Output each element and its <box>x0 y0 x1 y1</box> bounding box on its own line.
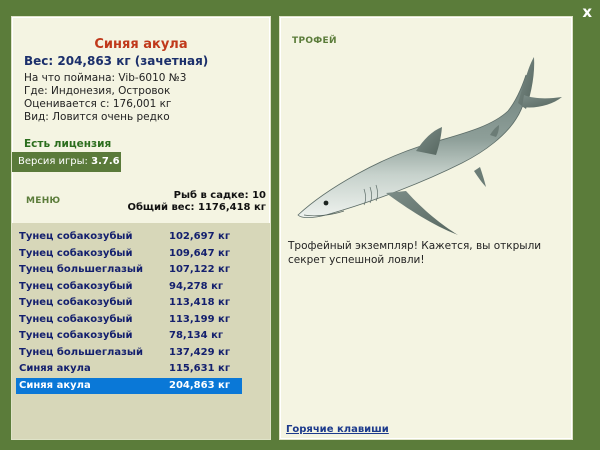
list-item[interactable]: Синяя акула 115,631 кг <box>16 361 242 377</box>
list-item-name: Тунец собакозубый <box>19 330 133 341</box>
list-item-name: Синяя акула <box>19 379 91 391</box>
list-item[interactable]: Тунец собакозубый 113,199 кг <box>16 312 242 328</box>
info-bait: На что поймана: Vib-6010 №3 <box>24 72 187 84</box>
total-weight: Общий вес: 1176,418 кг <box>127 202 266 213</box>
list-item[interactable]: Тунец большеглазый 137,429 кг <box>16 345 242 361</box>
license-status: Есть лицензия <box>24 138 112 150</box>
menu-button[interactable]: МЕНЮ <box>26 196 60 206</box>
list-item-name: Тунец большеглазый <box>19 346 143 358</box>
list-item-weight: 204,863 кг <box>169 379 231 391</box>
list-item-weight: 102,697 кг <box>169 231 231 242</box>
trophy-panel: ТРОФЕЙ Трофейный экземпляр! Кажется, вы … <box>279 16 573 440</box>
game-version-label: Версия игры: <box>18 156 92 167</box>
list-item-name: Тунец собакозубый <box>19 247 133 259</box>
catch-info-panel: Синяя акула Вес: 204,863 кг (зачетная) Н… <box>11 16 271 440</box>
game-version-badge: Версия игры: 3.7.6 <box>12 152 121 172</box>
list-item-weight: 113,199 кг <box>169 313 231 325</box>
hotkeys-link[interactable]: Горячие клавиши <box>286 424 389 435</box>
list-item-name: Тунец большеглазый <box>19 264 143 275</box>
fish-count: Рыб в садке: 10 <box>173 190 266 201</box>
info-rarity: Вид: Ловится очень редко <box>24 111 170 123</box>
fish-name: Синяя акула <box>94 37 188 52</box>
info-location: Где: Индонезия, Островок <box>24 85 171 97</box>
trophy-description: Трофейный экземпляр! Кажется, вы открыли… <box>288 240 542 266</box>
list-item-weight: 109,647 кг <box>169 247 231 259</box>
list-item-name: Синяя акула <box>19 363 91 374</box>
list-item[interactable]: Тунец собакозубый 102,697 кг <box>16 229 242 245</box>
close-button[interactable]: x <box>582 3 592 21</box>
list-item-name: Тунец собакозубый <box>19 313 133 325</box>
fish-weight: Вес: 204,863 кг (зачетная) <box>24 54 209 68</box>
game-version-value: 3.7.6 <box>91 156 120 167</box>
list-item-weight: 137,429 кг <box>169 346 231 358</box>
list-item-name: Тунец собакозубый <box>19 231 133 242</box>
list-item[interactable]: Тунец собакозубый 113,418 кг <box>16 295 242 311</box>
blue-shark-illustration-icon <box>297 57 562 235</box>
catch-list: Тунец собакозубый 102,697 кг Тунец собако… <box>12 223 270 439</box>
list-item[interactable]: Тунец большеглазый 107,122 кг <box>16 262 242 278</box>
list-item[interactable]: Тунец собакозубый 78,134 кг <box>16 328 242 344</box>
list-item[interactable]: Тунец собакозубый 94,278 кг <box>16 279 242 295</box>
list-item-weight: 94,278 кг <box>169 280 224 292</box>
list-item-weight: 113,418 кг <box>169 297 231 308</box>
list-item-name: Тунец собакозубый <box>19 297 133 308</box>
list-item-selected[interactable]: Синяя акула 204,863 кг <box>16 377 242 394</box>
list-item-weight: 78,134 кг <box>169 330 224 341</box>
list-item-name: Тунец собакозубый <box>19 280 133 292</box>
list-item-weight: 115,631 кг <box>169 363 231 374</box>
list-item[interactable]: Тунец собакозубый 109,647 кг <box>16 246 242 262</box>
list-item-weight: 107,122 кг <box>169 264 231 275</box>
info-min-weight: Оценивается с: 176,001 кг <box>24 98 172 110</box>
